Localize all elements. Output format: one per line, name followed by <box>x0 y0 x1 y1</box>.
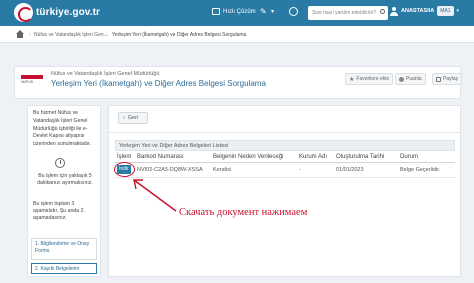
annotation-text: Скачать документ нажимаем <box>179 207 308 218</box>
annotation-arrow <box>133 179 177 212</box>
